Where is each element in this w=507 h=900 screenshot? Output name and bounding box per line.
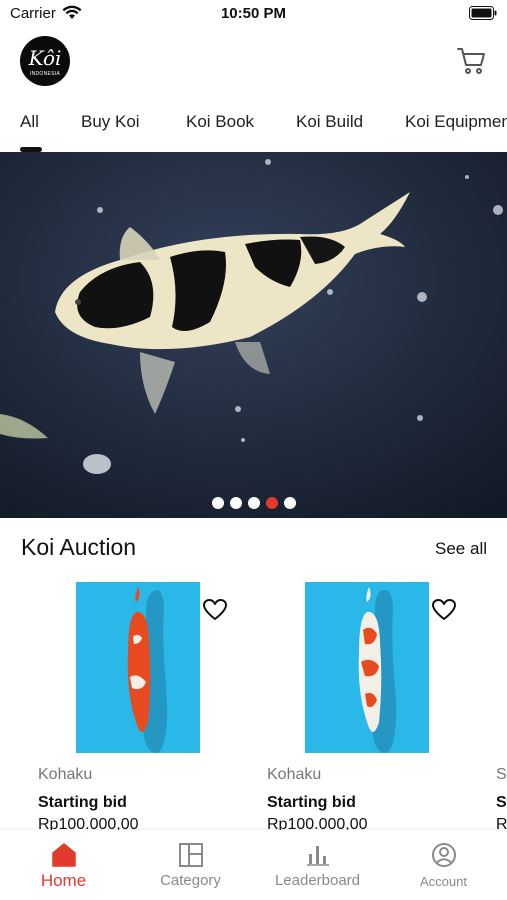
leaderboard-icon <box>306 846 329 866</box>
nav-category[interactable]: Category <box>127 830 254 900</box>
auction-card[interactable]: Kohaku Starting bid Rp100.000,00 <box>38 582 248 833</box>
tab-all[interactable]: All <box>20 112 39 132</box>
see-all-link[interactable]: See all <box>435 539 487 559</box>
koi-variety: Kohaku <box>267 766 322 783</box>
logo-wordmark: Kôi <box>28 46 62 70</box>
carousel-dot-active[interactable] <box>265 497 278 509</box>
nav-home[interactable]: Home <box>0 830 127 900</box>
koi-banner-image <box>0 152 507 518</box>
cart-icon[interactable] <box>456 44 488 76</box>
nav-category-label: Category <box>160 872 221 889</box>
logo-subtitle: INDONESIA <box>29 71 61 77</box>
favorite-heart-icon[interactable] <box>431 598 457 622</box>
koi-variety: Sa <box>496 766 507 783</box>
account-icon <box>431 843 456 867</box>
koi-photo <box>305 582 429 753</box>
hero-banner[interactable] <box>0 152 507 518</box>
status-bar: Carrier 10:50 PM <box>0 0 507 28</box>
tab-koi-build[interactable]: Koi Build <box>296 112 363 132</box>
carousel-dot[interactable] <box>247 497 260 509</box>
brand-logo[interactable]: Kôi INDONESIA <box>20 36 70 86</box>
carousel-dot[interactable] <box>283 497 296 509</box>
category-icon <box>178 843 203 867</box>
carousel-dot[interactable] <box>229 497 242 509</box>
status-time: 10:50 PM <box>220 5 287 22</box>
bid-label: St <box>496 794 507 811</box>
bid-label: Starting bid <box>38 794 127 811</box>
nav-home-label: Home <box>40 871 87 890</box>
auction-card[interactable]: Kohaku Starting bid Rp100.000,00 <box>267 582 477 833</box>
auction-card[interactable]: Sa St R <box>496 582 507 832</box>
nav-account[interactable]: Account <box>380 830 507 900</box>
tab-buy-koi[interactable]: Buy Koi <box>81 112 140 132</box>
tab-koi-book[interactable]: Koi Book <box>186 112 254 132</box>
category-tabs: All Buy Koi Koi Book Koi Build Koi Equip… <box>0 108 507 152</box>
tab-koi-equipment[interactable]: Koi Equipment <box>405 112 507 132</box>
bid-label: Starting bid <box>267 794 356 811</box>
battery-icon <box>469 6 497 20</box>
section-title: Koi Auction <box>21 534 137 560</box>
carousel-dots <box>0 496 507 514</box>
nav-account-label: Account <box>420 874 467 889</box>
home-icon <box>51 843 76 867</box>
favorite-heart-icon[interactable] <box>202 598 228 622</box>
carousel-dot[interactable] <box>211 497 224 509</box>
koi-variety: Kohaku <box>38 766 93 783</box>
koi-photo <box>76 582 200 753</box>
bottom-navigation: Home Category Leaderboard Account <box>0 830 507 900</box>
nav-leaderboard-label: Leaderboard <box>274 872 361 889</box>
nav-leaderboard[interactable]: Leaderboard <box>254 830 381 900</box>
